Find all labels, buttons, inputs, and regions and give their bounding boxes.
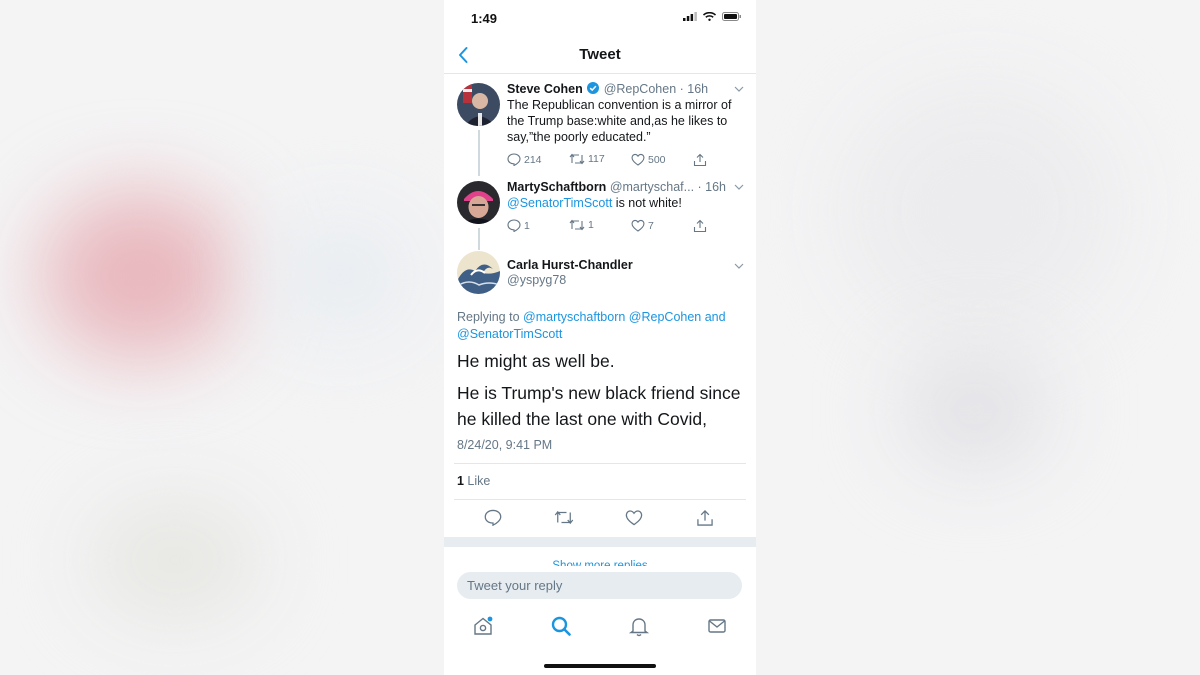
like-button[interactable]: 7 bbox=[631, 219, 654, 232]
home-indicator[interactable] bbox=[544, 664, 656, 668]
tweet-text: He is Trump's new black friend since he … bbox=[457, 383, 741, 429]
author-name[interactable]: Steve Cohen bbox=[507, 82, 583, 96]
heart-icon[interactable] bbox=[625, 509, 643, 526]
author-name[interactable]: Carla Hurst-Chandler bbox=[507, 258, 633, 272]
author-handle-time: @martyschaf... · 16h bbox=[609, 180, 727, 194]
like-count: 500 bbox=[648, 153, 666, 166]
bell-icon bbox=[628, 618, 650, 637]
mail-icon bbox=[708, 619, 726, 633]
tweet-actions: 214 117 500 bbox=[507, 153, 747, 169]
thread-connector bbox=[478, 130, 480, 176]
retweet-count: 117 bbox=[588, 153, 605, 165]
like-count: 7 bbox=[648, 219, 654, 232]
tweet-author-line: MartySchaftborn @martyschaf... · 16h bbox=[507, 180, 726, 194]
cellular-signal-icon bbox=[683, 12, 697, 21]
heart-icon bbox=[631, 219, 645, 232]
replying-prefix: Replying to bbox=[457, 310, 524, 324]
author-name[interactable]: MartySchaftborn bbox=[507, 180, 606, 194]
main-tweet-actions bbox=[444, 507, 756, 529]
tab-notifications[interactable] bbox=[625, 612, 653, 640]
battery-icon bbox=[722, 12, 741, 21]
tweet-text-body: is not white! bbox=[612, 196, 682, 210]
chevron-down-icon[interactable] bbox=[734, 263, 744, 269]
thread-connector bbox=[478, 228, 480, 250]
chevron-down-icon[interactable] bbox=[734, 184, 744, 190]
likes-summary[interactable]: 1 Like bbox=[457, 474, 490, 488]
chevron-down-icon[interactable] bbox=[734, 86, 744, 92]
tweet-author-line: Carla Hurst-Chandler bbox=[507, 258, 633, 272]
mention-link[interactable]: @SenatorTimScott bbox=[507, 196, 612, 210]
reply-icon bbox=[507, 153, 521, 166]
status-time: 1:49 bbox=[471, 11, 498, 26]
reply-button[interactable]: 214 bbox=[507, 153, 542, 166]
divider bbox=[454, 499, 746, 500]
tweet-text: He might as well be. bbox=[457, 351, 615, 371]
share-icon bbox=[693, 219, 707, 233]
retweet-icon[interactable] bbox=[554, 510, 574, 525]
tab-messages[interactable] bbox=[703, 612, 731, 640]
avatar-carla-hurst-chandler[interactable] bbox=[457, 251, 500, 294]
avatar-steve-cohen[interactable] bbox=[457, 83, 500, 126]
author-handle: @yspyg78 bbox=[507, 273, 567, 287]
tweet-header: Tweet bbox=[444, 38, 756, 74]
like-total: 1 bbox=[457, 474, 464, 488]
phone-screen: 1:49 Tweet Steve Cohen @RepCohen · 16h T… bbox=[444, 0, 756, 675]
page-title: Tweet bbox=[579, 46, 621, 63]
reply-input[interactable] bbox=[457, 572, 742, 599]
like-button[interactable]: 500 bbox=[631, 153, 666, 166]
reply-icon bbox=[507, 219, 521, 232]
section-separator bbox=[444, 537, 756, 547]
replying-to: Replying to @martyschaftborn @RepCohen a… bbox=[457, 309, 747, 343]
share-button[interactable] bbox=[693, 153, 707, 167]
retweet-button[interactable]: 1 bbox=[569, 219, 594, 231]
like-label: Like bbox=[463, 474, 491, 488]
retweet-icon bbox=[569, 219, 585, 231]
tab-bar bbox=[444, 612, 756, 640]
avatar-martyschaftborn[interactable] bbox=[457, 181, 500, 224]
heart-icon bbox=[631, 153, 645, 166]
tab-home[interactable] bbox=[469, 612, 497, 640]
home-icon bbox=[474, 616, 493, 635]
author-handle-time: @RepCohen · 16h bbox=[603, 82, 709, 96]
retweet-button[interactable]: 117 bbox=[569, 153, 605, 165]
search-icon bbox=[551, 616, 571, 636]
verified-badge-icon bbox=[587, 82, 600, 94]
share-icon[interactable] bbox=[696, 509, 714, 527]
tweet-timestamp: 8/24/20, 9:41 PM bbox=[457, 438, 553, 452]
status-bar: 1:49 bbox=[444, 0, 756, 36]
tweet-author-line: Steve Cohen @RepCohen · 16h bbox=[507, 82, 708, 96]
tweet-text: The Republican convention is a mirror of… bbox=[507, 98, 732, 144]
share-icon bbox=[693, 153, 707, 167]
retweet-count: 1 bbox=[588, 219, 594, 231]
reply-button[interactable]: 1 bbox=[507, 219, 530, 232]
reply-icon[interactable] bbox=[484, 509, 502, 526]
retweet-icon bbox=[569, 153, 585, 165]
reply-count: 1 bbox=[524, 219, 530, 232]
share-button[interactable] bbox=[693, 219, 707, 233]
divider bbox=[454, 463, 746, 464]
wifi-icon bbox=[703, 12, 716, 21]
show-more-replies-link[interactable]: Show more replies bbox=[444, 558, 756, 566]
tweet-text: @SenatorTimScott is not white! bbox=[507, 195, 743, 211]
reply-count: 214 bbox=[524, 153, 542, 166]
tweet-actions: 1 1 7 bbox=[507, 219, 747, 235]
tab-search[interactable] bbox=[547, 612, 575, 640]
